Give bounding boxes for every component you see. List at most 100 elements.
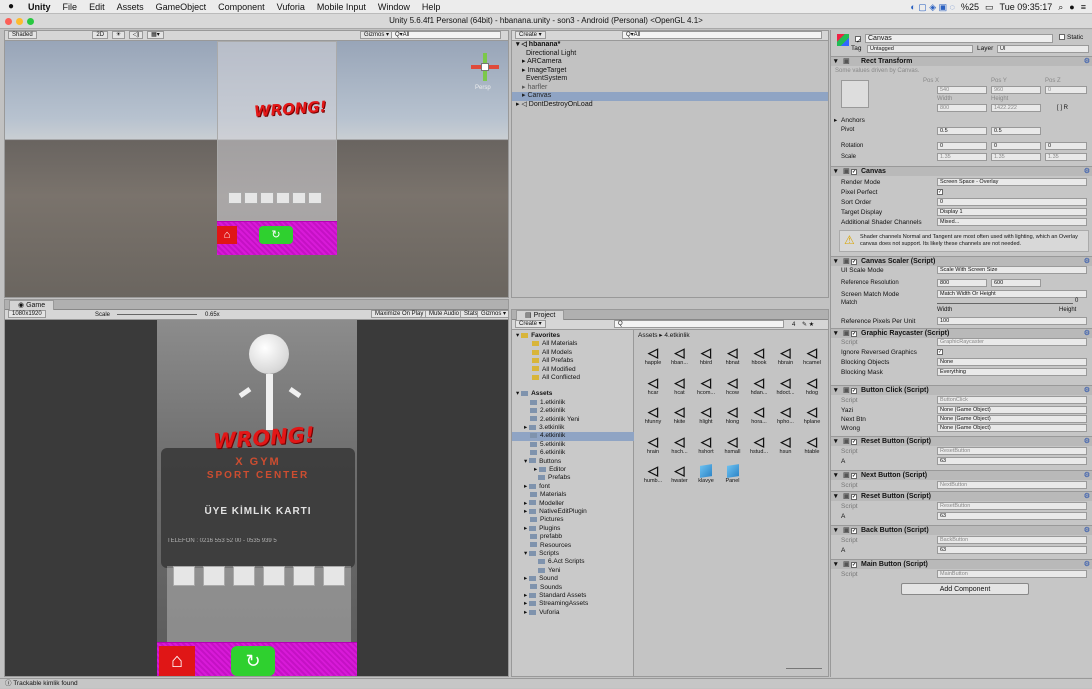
hierarchy-item-directional-light[interactable]: Directional Light [512, 50, 828, 59]
project-create-button[interactable]: Create ▾ [515, 320, 546, 328]
asset-item[interactable]: klavye [693, 464, 719, 484]
main-button-header[interactable]: ▾ ▣ ✓ Main Button (Script) ⚙ [831, 559, 1092, 569]
asset-item[interactable]: ◁ hstud... [746, 434, 772, 455]
asset-item[interactable]: ◁ hdan... [746, 375, 772, 396]
favorite-item[interactable]: All Materials [512, 340, 634, 348]
asset-item[interactable]: ◁ hpho... [773, 405, 799, 426]
menu-mobile-input[interactable]: Mobile Input [311, 2, 372, 12]
next-button-header[interactable]: ▾ ▣ ✓ Next Button (Script) ⚙ [831, 470, 1092, 480]
hierarchy-item-canvas[interactable]: ▸ Canvas [512, 92, 828, 101]
folder-item[interactable]: Yeni [512, 567, 634, 575]
rotation-x-field[interactable]: 0 [937, 142, 987, 150]
tab-game[interactable]: ◉ Game [9, 300, 55, 310]
asset-item[interactable]: ◁ hcamel [799, 346, 825, 367]
folder-item[interactable]: 5.etkinlik [512, 441, 634, 449]
menu-file[interactable]: File [57, 2, 84, 12]
settings-gear-icon[interactable]: ⚙ [1084, 526, 1090, 536]
folder-item[interactable]: Pictures [512, 516, 634, 524]
field-value[interactable]: None (Game Object) [937, 424, 1087, 432]
enabled-checkbox[interactable]: ✓ [851, 439, 857, 445]
filter-icons[interactable]: ✎ ★ [802, 320, 814, 329]
enabled-checkbox[interactable]: ✓ [851, 388, 857, 394]
scene-viewport[interactable]: WRONG! ⌂ ↻ Persp [5, 41, 508, 297]
folder-item[interactable]: ▸ StreamingAssets [512, 600, 634, 608]
raw-edit-button[interactable]: [ ] R [1057, 105, 1068, 111]
field-value[interactable]: Scale With Screen Size [937, 266, 1087, 274]
asset-item[interactable]: ◁ hplane [799, 405, 825, 426]
toggle-checkbox[interactable]: ✓ [937, 349, 943, 355]
graphic-raycaster-header[interactable]: ▾ ▣ ✓ Graphic Raycaster (Script) ⚙ [831, 328, 1092, 338]
back-button-header[interactable]: ▾ ▣ ✓ Back Button (Script) ⚙ [831, 525, 1092, 535]
folder-item[interactable]: 4.etkinlik [512, 432, 634, 441]
field-value[interactable]: None (Game Object) [937, 406, 1087, 414]
folder-item[interactable]: Sounds [512, 584, 634, 592]
project-breadcrumb[interactable]: Assets ▸ 4.etkinlik [638, 331, 690, 339]
enabled-checkbox[interactable]: ✓ [851, 528, 857, 534]
asset-item[interactable]: ◁ hlong [720, 405, 746, 426]
favorite-item[interactable]: All Conflicted [512, 374, 634, 382]
menu-help[interactable]: Help [416, 2, 447, 12]
gizmos-dropdown[interactable]: Gizmos ▾ [360, 31, 394, 39]
folder-item[interactable]: 6.etkinlik [512, 449, 634, 457]
close-window-button[interactable] [5, 18, 12, 25]
asset-item[interactable]: ◁ hcar [640, 375, 666, 396]
asset-item[interactable]: ◁ hkite [667, 405, 693, 426]
menu-window[interactable]: Window [372, 2, 416, 12]
script-field[interactable]: BackButton [937, 536, 1087, 544]
button-click-header[interactable]: ▾ ▣ ✓ Button Click (Script) ⚙ [831, 385, 1092, 395]
object-name-field[interactable]: Canvas [865, 34, 1053, 43]
favorite-item[interactable]: All Models [512, 349, 634, 357]
scene-search[interactable]: Q▾All [391, 31, 501, 39]
script-field[interactable]: ButtonClick [937, 396, 1087, 404]
resolution-dropdown[interactable]: 1080x1920 [8, 310, 46, 318]
anchor-preset-widget[interactable] [841, 80, 869, 108]
menu-component[interactable]: Component [212, 2, 271, 12]
scale-x-field[interactable]: 1.35 [937, 153, 987, 161]
enabled-checkbox[interactable]: ✓ [851, 169, 857, 175]
menu-assets[interactable]: Assets [111, 2, 150, 12]
script-field[interactable]: GraphicRaycaster [937, 338, 1087, 346]
folder-item[interactable]: Resources [512, 542, 634, 550]
lighting-toggle-icon[interactable]: ☀ [111, 31, 126, 39]
effects-toggle-icon[interactable]: ▦▾ [147, 31, 164, 39]
folder-item[interactable]: Materials [512, 491, 634, 499]
hierarchy-search[interactable]: Q▾All [622, 31, 822, 39]
siri-icon[interactable]: ● [1069, 2, 1074, 12]
asset-item[interactable]: ◁ hora... [746, 405, 772, 426]
icon-size-slider[interactable] [786, 668, 822, 669]
folder-item[interactable]: 2.etkinlik Yeni [512, 416, 634, 424]
pivot-y-field[interactable]: 0.5 [991, 127, 1041, 135]
foldout-arrow-icon[interactable]: ▾ [834, 492, 838, 502]
audio-toggle-icon[interactable]: ◁) [128, 31, 144, 39]
asset-item[interactable]: ◁ hbrain [773, 346, 799, 367]
hierarchy-item-arcamera[interactable]: ▸ ARCamera [512, 58, 828, 67]
enabled-checkbox[interactable]: ✓ [851, 562, 857, 568]
field-value[interactable]: Screen Space - Overlay [937, 178, 1087, 186]
field-value[interactable]: Match Width Or Height [937, 290, 1087, 298]
asset-item[interactable]: ◁ hsch... [667, 434, 693, 455]
favorites-header-row[interactable]: ▾ Favorites [512, 332, 634, 340]
enabled-checkbox[interactable]: ✓ [851, 331, 857, 337]
static-toggle[interactable]: Static [1059, 34, 1083, 41]
asset-item[interactable]: ◁ hcat [667, 375, 693, 396]
static-checkbox[interactable] [1059, 34, 1065, 41]
notification-icon[interactable]: ≡ [1081, 2, 1086, 12]
folder-item[interactable]: ▾ Buttons [512, 458, 634, 466]
rotation-z-field[interactable]: 0 [1045, 142, 1087, 150]
field-value[interactable]: None (Game Object) [937, 415, 1087, 423]
asset-item[interactable]: Panel [720, 464, 746, 484]
reset-button-header[interactable]: ▾ ▣ ✓ Reset Button (Script) ⚙ [831, 436, 1092, 446]
favorite-item[interactable]: All Modified [512, 366, 634, 374]
folder-item[interactable]: ▸ font [512, 483, 634, 491]
field-value[interactable]: 63 [937, 457, 1087, 465]
asset-item[interactable]: ◁ hcow [720, 375, 746, 396]
pivot-x-field[interactable]: 0.5 [937, 127, 987, 135]
pos-z-field[interactable]: 0 [1045, 86, 1087, 94]
field-value[interactable]: 63 [937, 546, 1087, 554]
menu-vuforia[interactable]: Vuforia [271, 2, 311, 12]
settings-gear-icon[interactable]: ⚙ [1084, 386, 1090, 396]
asset-item[interactable]: ◁ hdog [799, 375, 825, 396]
menu-unity[interactable]: Unity [22, 2, 57, 12]
asset-item[interactable]: ◁ hbird [693, 346, 719, 367]
asset-item[interactable]: ◁ hban... [667, 346, 693, 367]
